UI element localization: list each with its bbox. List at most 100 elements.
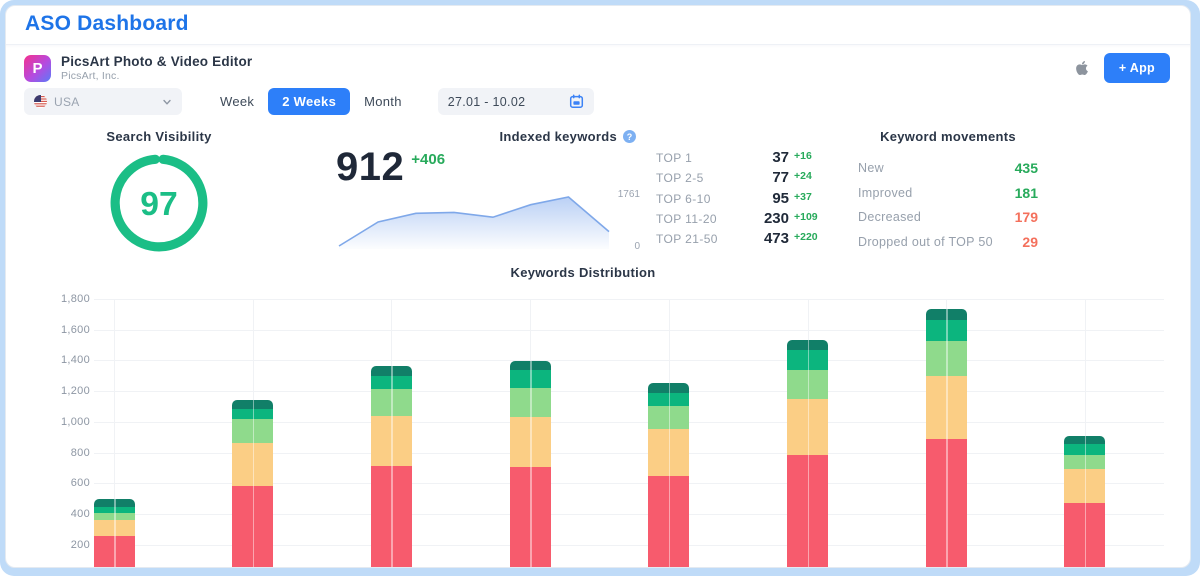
app-icon-letter: P bbox=[32, 60, 42, 77]
y-axis-tick: 400 bbox=[18, 508, 90, 520]
search-visibility-title: Search Visibility bbox=[24, 129, 294, 144]
app-developer: PicsArt, Inc. bbox=[61, 70, 252, 82]
rank-delta: +37 bbox=[794, 191, 828, 203]
stacked-bar[interactable] bbox=[94, 499, 135, 568]
y-axis-tick: 600 bbox=[18, 477, 90, 489]
y-axis-tick: 1,600 bbox=[18, 324, 90, 336]
info-icon[interactable]: ? bbox=[623, 130, 636, 143]
movement-row: Decreased 179 bbox=[858, 205, 1038, 230]
app-name: PicsArt Photo & Video Editor bbox=[61, 54, 252, 69]
bar-center-gridline bbox=[253, 400, 255, 569]
y-axis-tick: 1,400 bbox=[18, 354, 90, 366]
calendar-icon[interactable] bbox=[569, 94, 584, 109]
h-gridline bbox=[94, 330, 1164, 331]
search-visibility-panel: Search Visibility 97 bbox=[24, 127, 294, 259]
period-month[interactable]: Month bbox=[350, 88, 416, 115]
rank-delta: +220 bbox=[794, 231, 828, 243]
bar-center-gridline bbox=[669, 383, 671, 568]
stacked-bar[interactable] bbox=[510, 361, 551, 568]
rank-label: TOP 6-10 bbox=[656, 192, 755, 206]
chevron-down-icon bbox=[162, 97, 172, 107]
add-app-button[interactable]: + App bbox=[1104, 53, 1170, 83]
dashboard-content: P PicsArt Photo & Video Editor PicsArt, … bbox=[6, 44, 1190, 566]
top-ranks-panel: TOP 1 37 +16 TOP 2-5 77 +24 TOP 6-10 95 … bbox=[656, 127, 828, 259]
indexed-sparkline bbox=[336, 191, 612, 249]
movement-value: 179 bbox=[1015, 209, 1038, 225]
rank-delta: +109 bbox=[794, 211, 828, 223]
h-gridline bbox=[94, 391, 1164, 392]
country-select[interactable]: USA bbox=[24, 88, 182, 115]
metrics-row: Search Visibility 97 Indexed keywords ? … bbox=[24, 127, 1190, 259]
y-axis-tick: 1,200 bbox=[18, 385, 90, 397]
movement-label: Dropped out of TOP 50 bbox=[858, 235, 1022, 249]
y-axis-tick: 200 bbox=[18, 539, 90, 551]
stacked-bar[interactable] bbox=[1064, 436, 1105, 568]
bar-center-gridline bbox=[114, 499, 116, 568]
rank-delta: +24 bbox=[794, 170, 828, 182]
keyword-movements-panel: Keyword movements New 435 Improved 181 D… bbox=[858, 127, 1038, 259]
spark-max-label: 1761 bbox=[618, 189, 640, 200]
movement-label: Improved bbox=[858, 186, 1015, 200]
rank-label: TOP 21-50 bbox=[656, 232, 755, 246]
stacked-bar[interactable] bbox=[926, 309, 967, 568]
movement-row: New 435 bbox=[858, 156, 1038, 181]
period-2-weeks[interactable]: 2 Weeks bbox=[268, 88, 350, 115]
stacked-bar[interactable] bbox=[232, 400, 273, 569]
visibility-gauge: 97 bbox=[108, 152, 210, 254]
date-range-input[interactable]: 27.01 - 10.02 bbox=[438, 88, 594, 115]
page-title: ASO Dashboard bbox=[6, 6, 1190, 44]
h-gridline bbox=[94, 360, 1164, 361]
keywords-distribution-chart: 1,800 1,600 1,400 1,200 1,000 800 600 40… bbox=[6, 289, 1190, 568]
top-rank-row: TOP 21-50 473 +220 bbox=[656, 230, 828, 250]
app-icon: P bbox=[24, 55, 51, 82]
indexed-delta: +406 bbox=[411, 151, 445, 168]
stacked-bar[interactable] bbox=[787, 340, 828, 568]
rank-value: 473 bbox=[755, 230, 789, 247]
spark-min-label: 0 bbox=[634, 241, 640, 252]
date-range-value: 27.01 - 10.02 bbox=[448, 95, 569, 109]
y-axis-tick: 800 bbox=[18, 447, 90, 459]
movement-value: 29 bbox=[1022, 234, 1038, 250]
bar-center-gridline bbox=[946, 309, 948, 568]
movement-value: 435 bbox=[1015, 160, 1038, 176]
rank-label: TOP 1 bbox=[656, 151, 755, 165]
movement-label: Decreased bbox=[858, 210, 1015, 224]
movement-label: New bbox=[858, 161, 1015, 175]
keyword-movements-title: Keyword movements bbox=[858, 129, 1038, 144]
stacked-bar[interactable] bbox=[371, 366, 412, 568]
y-axis-tick: 1,800 bbox=[18, 293, 90, 305]
h-gridline bbox=[94, 299, 1164, 300]
top-rank-row: TOP 1 37 +16 bbox=[656, 149, 828, 169]
rank-value: 95 bbox=[755, 190, 789, 207]
stacked-bar[interactable] bbox=[648, 383, 689, 568]
movement-value: 181 bbox=[1015, 185, 1038, 201]
movements-list: New 435 Improved 181 Decreased 179 Dropp… bbox=[858, 156, 1038, 254]
rank-delta: +16 bbox=[794, 150, 828, 162]
country-name: USA bbox=[54, 95, 162, 109]
top-rank-row: TOP 6-10 95 +37 bbox=[656, 190, 828, 210]
rank-value: 230 bbox=[755, 210, 789, 227]
indexed-value: 912 bbox=[336, 145, 404, 189]
top-rank-row: TOP 2-5 77 +24 bbox=[656, 169, 828, 189]
filter-row: USA Week2 WeeksMonth 27.01 - 10.02 bbox=[24, 88, 1170, 115]
gauge-score: 97 bbox=[140, 186, 177, 223]
indexed-keywords-title: Indexed keywords bbox=[499, 129, 617, 144]
dashboard-card: ASO Dashboard P PicsArt Photo & Video Ed… bbox=[5, 5, 1191, 568]
top-rank-row: TOP 11-20 230 +109 bbox=[656, 210, 828, 230]
period-toggle: Week2 WeeksMonth bbox=[206, 88, 416, 115]
us-flag-icon bbox=[34, 95, 47, 108]
movement-row: Improved 181 bbox=[858, 181, 1038, 206]
app-header-row: P PicsArt Photo & Video Editor PicsArt, … bbox=[24, 54, 1170, 82]
period-week[interactable]: Week bbox=[206, 88, 268, 115]
apple-icon[interactable] bbox=[1075, 60, 1089, 76]
rank-label: TOP 2-5 bbox=[656, 171, 755, 185]
bar-center-gridline bbox=[391, 366, 393, 568]
rank-value: 37 bbox=[755, 149, 789, 166]
bar-center-gridline bbox=[808, 340, 810, 568]
keywords-distribution-title: Keywords Distribution bbox=[6, 265, 1160, 281]
rank-label: TOP 11-20 bbox=[656, 212, 755, 226]
movement-row: Dropped out of TOP 50 29 bbox=[858, 230, 1038, 255]
app-window: ASO Dashboard P PicsArt Photo & Video Ed… bbox=[0, 0, 1200, 576]
rank-value: 77 bbox=[755, 169, 789, 186]
bar-center-gridline bbox=[1085, 436, 1087, 568]
